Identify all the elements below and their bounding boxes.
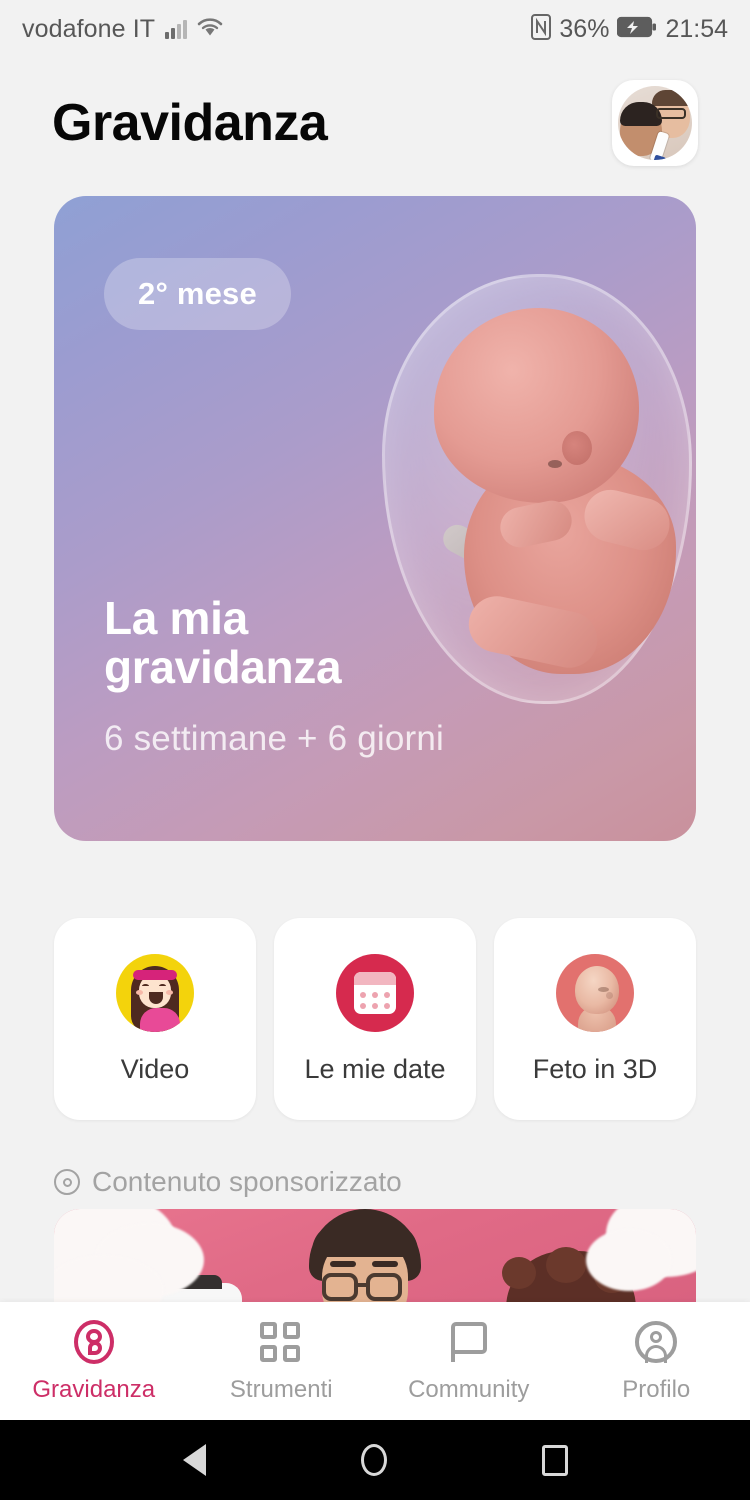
android-navigation-bar (0, 1420, 750, 1500)
month-badge: 2° mese (104, 258, 291, 330)
back-triangle-icon[interactable] (182, 1444, 206, 1476)
app-screen: vodafone IT 36% 21:54 Gravidanza 2° mese… (0, 0, 750, 1500)
app-header: Gravidanza (0, 58, 750, 188)
hero-title: La mia gravidanza (104, 591, 342, 694)
sponsored-label: Contenuto sponsorizzato (54, 1166, 402, 1198)
pregnancy-hero-card[interactable]: 2° mese La mia gravidanza 6 settimane + … (54, 196, 696, 841)
quick-actions-row: Video Le mie date Feto in 3D (54, 918, 696, 1120)
status-bar-right: 36% 21:54 (531, 13, 728, 45)
page-title: Gravidanza (52, 94, 328, 152)
bottom-navigation: Gravidanza Strumenti Community Profilo (0, 1302, 750, 1420)
nav-item-label: Community (408, 1375, 530, 1403)
fetus-illustration (372, 256, 696, 716)
nav-item-label: Strumenti (229, 1375, 333, 1403)
nav-item-strumenti[interactable]: Strumenti (188, 1302, 376, 1420)
sponsored-label-text: Contenuto sponsorizzato (92, 1166, 402, 1197)
hero-subtitle: 6 settimane + 6 giorni (104, 719, 445, 758)
status-bar: vodafone IT 36% 21:54 (0, 0, 750, 58)
quick-action-feto-in-3d[interactable]: Feto in 3D (494, 918, 696, 1120)
status-bar-left: vodafone IT (22, 15, 223, 44)
video-girl-icon (116, 953, 194, 1032)
nfc-icon (531, 13, 552, 45)
avatar[interactable] (612, 80, 698, 166)
nav-item-profilo[interactable]: Profilo (563, 1302, 750, 1420)
nav-item-community[interactable]: Community (375, 1302, 563, 1420)
quick-action-le-mie-date[interactable]: Le mie date (274, 918, 476, 1120)
clock-label: 21:54 (665, 14, 728, 43)
nav-item-label: Gravidanza (32, 1375, 156, 1403)
quick-action-label: Video (120, 1053, 190, 1084)
grid-squares-icon (258, 1319, 304, 1365)
nav-item-gravidanza[interactable]: Gravidanza (0, 1302, 188, 1420)
wifi-icon (197, 17, 223, 42)
fetus-3d-icon (556, 953, 634, 1032)
person-circle-icon (633, 1319, 679, 1365)
carrier-label: vodafone IT (22, 14, 156, 43)
pregnancy-icon (71, 1319, 117, 1365)
quick-action-label: Feto in 3D (532, 1053, 658, 1084)
nav-item-label: Profilo (622, 1375, 691, 1403)
target-icon (54, 1169, 80, 1195)
battery-charging-icon (617, 16, 657, 43)
battery-percent-label: 36% (559, 14, 610, 43)
avatar-photo (618, 86, 692, 160)
quick-action-label: Le mie date (304, 1053, 446, 1084)
quick-action-video[interactable]: Video (54, 918, 256, 1120)
calendar-icon (336, 953, 414, 1032)
signal-bars-icon (165, 19, 188, 39)
speech-bubble-icon (446, 1319, 492, 1365)
recents-square-icon[interactable] (541, 1444, 568, 1476)
hero-title-line1: La mia (104, 591, 248, 644)
hero-title-line2: gravidanza (104, 641, 342, 694)
home-circle-icon[interactable] (360, 1444, 387, 1476)
